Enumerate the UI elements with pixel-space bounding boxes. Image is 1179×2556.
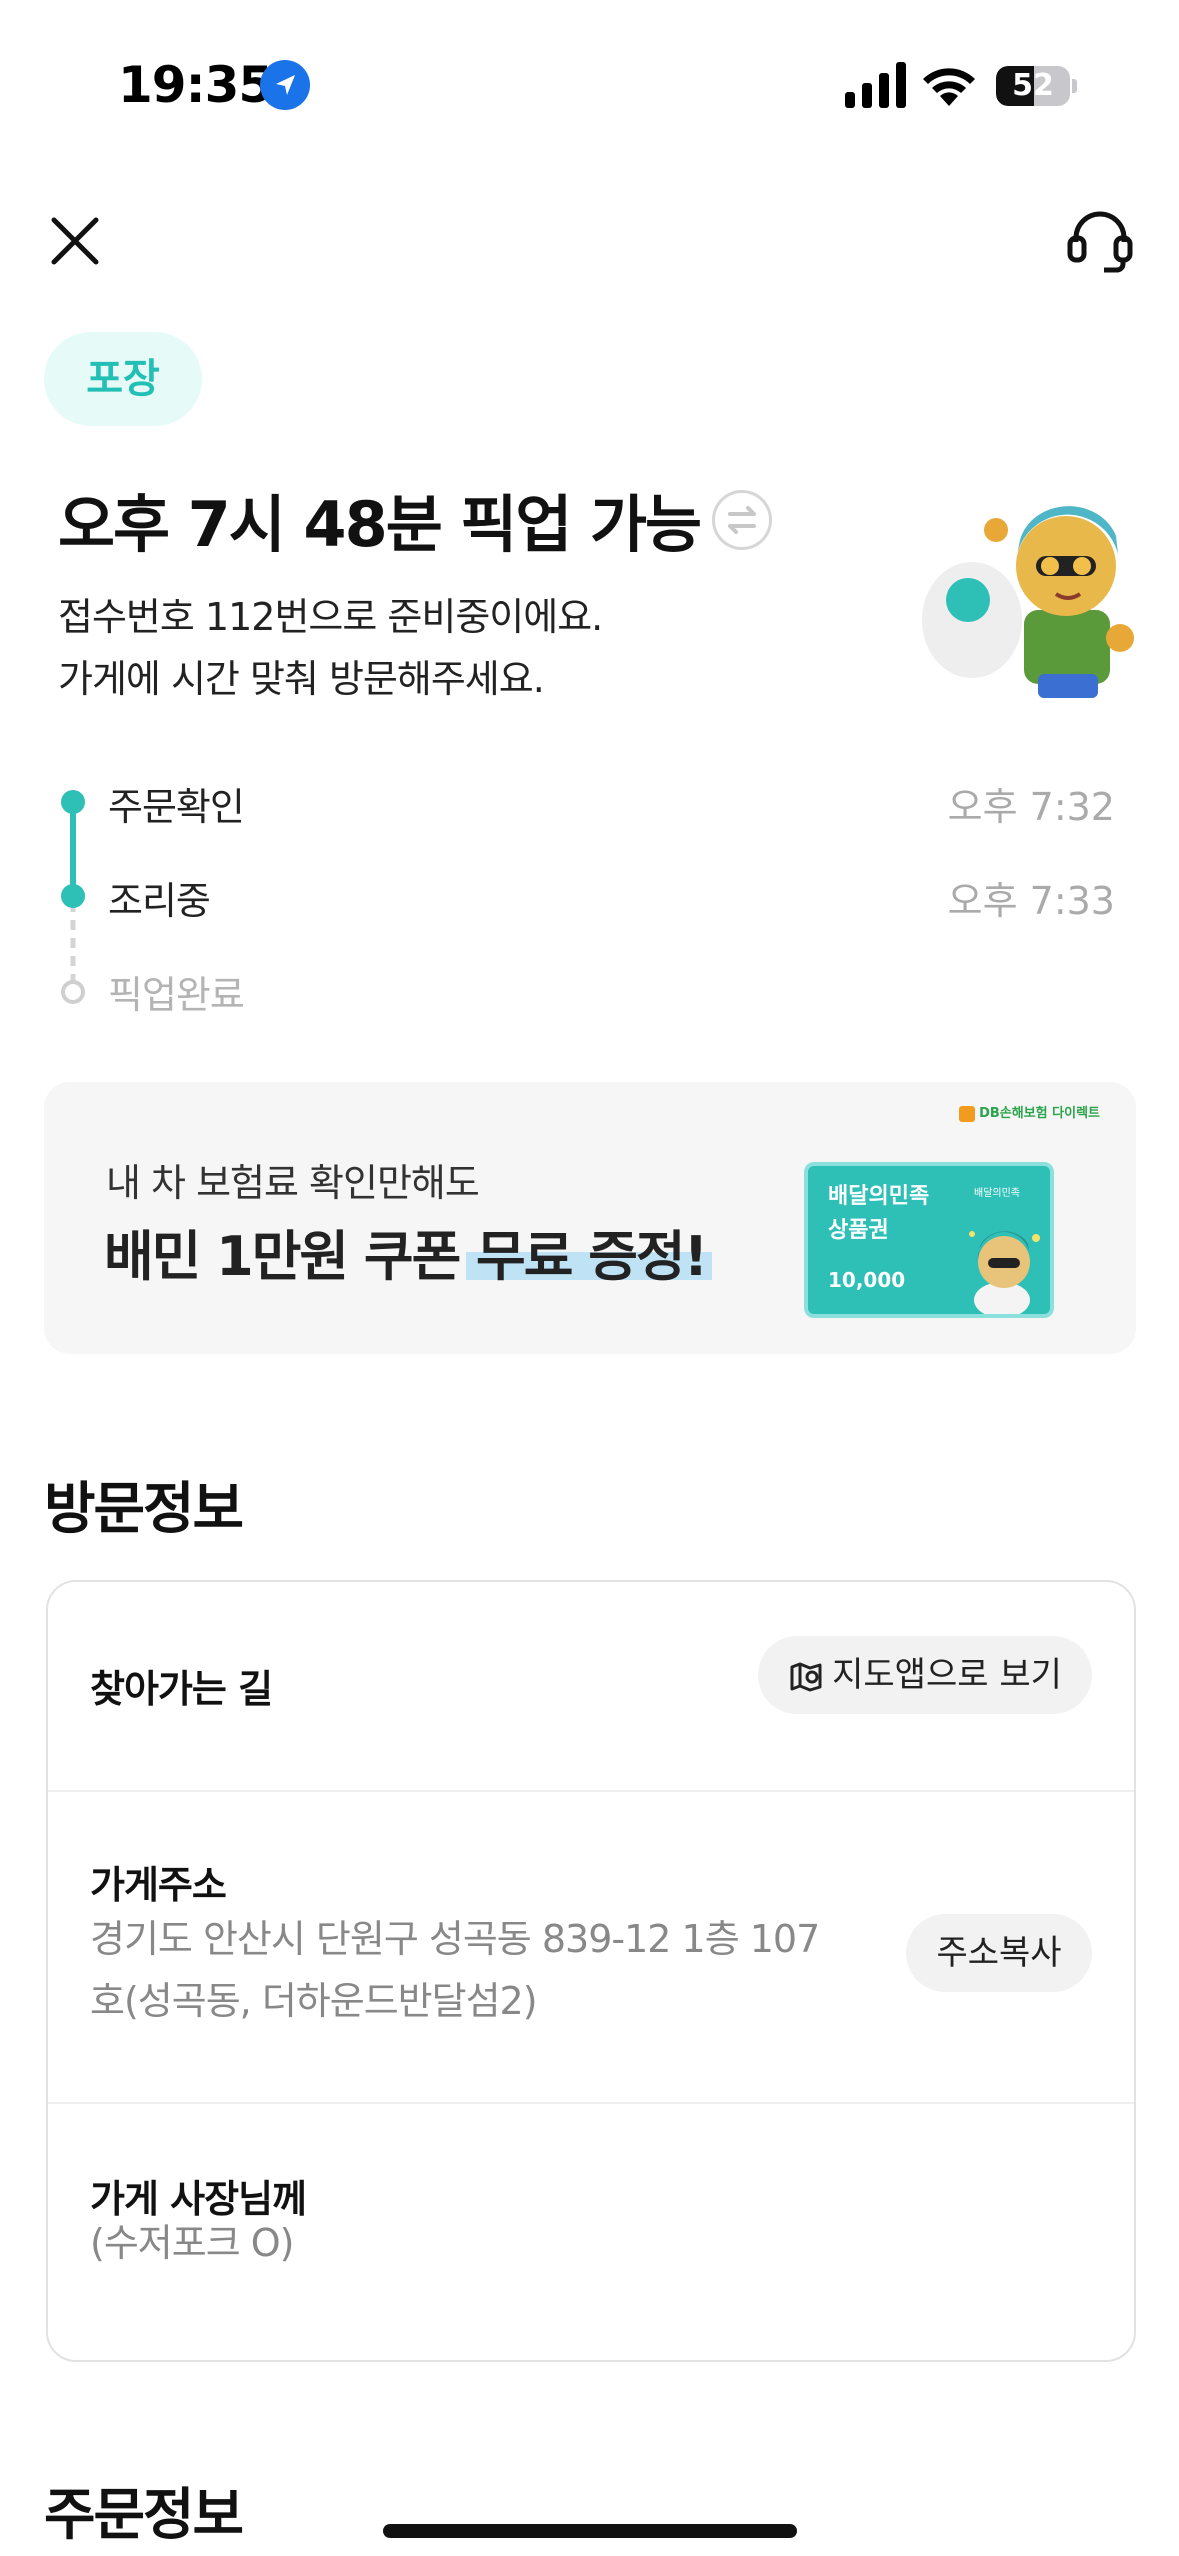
step-label: 조리중 [108,879,211,923]
voucher-brand: 배달의민족 [974,1188,1020,1199]
order-number-text: 접수번호 112번으로 준비중이에요. [58,595,603,639]
address-line: 호(성곡동, 더하운드반달섬2) [90,1979,538,2023]
wifi-icon [923,68,975,106]
banner-title: 배민 1만원 쿠폰 무료 증정! [104,1225,708,1288]
address-label: 가게주소 [90,1863,227,1907]
map-icon [790,1662,822,1691]
visit-info-card: 찾아가는 길 지도앱으로 보기 가게주소 경기도 안산시 단원구 성곡동 839… [46,1580,1136,2362]
store-address: 경기도 안산시 단원구 성곡동 839-12 1층 107 호(성곡동, 더하운… [90,1908,820,2032]
insurance-ad-banner[interactable]: DB손해보험 다이렉트 내 차 보험료 확인만해도 배민 1만원 쿠폰 무료 증… [44,1082,1136,1354]
banner-subtitle: 내 차 보험료 확인만해도 [106,1161,480,1205]
copy-address-button[interactable]: 주소복사 [906,1914,1092,1992]
home-indicator[interactable] [383,2524,797,2538]
voucher-character-icon [969,1231,1040,1314]
step-dot-pickup [61,980,85,1004]
voucher-card-image: 배달의민족 상품권 배달의민족 10,000 [804,1162,1054,1318]
order-info-title: 주문정보 [44,2483,244,2548]
step-dot-confirmed [61,790,85,814]
open-map-button[interactable]: 지도앱으로 보기 [758,1636,1092,1714]
visit-info-title: 방문정보 [44,1477,244,1542]
cellular-signal-icon [845,62,906,108]
swap-arrows-icon[interactable] [712,490,772,550]
voucher-amount: 10,000 [828,1268,906,1292]
directions-label: 찾아가는 길 [90,1667,273,1711]
step-label: 주문확인 [108,785,245,829]
step-dot-cooking [61,884,85,908]
delivery-character-illustration [922,506,1134,698]
location-arrow-icon [260,60,310,110]
close-button[interactable] [44,210,106,272]
step-time: 오후 7:32 [947,785,1115,829]
pickup-time-headline: 오후 7시 48분 픽업 가능 [58,488,702,561]
owner-request-text: (수저포크 O) [90,2221,294,2265]
visit-instruction-text: 가게에 시간 맞춰 방문해주세요. [58,657,545,701]
status-time: 19:35 [118,56,273,114]
status-bar: 19:35 52 [0,0,1179,170]
step-label: 픽업완료 [108,973,245,1017]
address-line: 경기도 안산시 단원구 성곡동 839-12 1층 107 [90,1917,820,1961]
step-time: 오후 7:33 [947,879,1115,923]
order-type-tag: 포장 [44,332,202,426]
voucher-title-line: 배달의민족 [828,1184,930,1209]
sponsor-logo: DB손해보험 다이렉트 [959,1102,1100,1122]
customer-support-button[interactable] [1064,208,1136,274]
close-icon [51,217,99,265]
battery-icon: 52 [996,66,1077,106]
headset-icon [1067,211,1133,273]
battery-level: 52 [1012,68,1054,103]
open-map-label: 지도앱으로 보기 [832,1655,1062,1695]
voucher-title-line: 상품권 [828,1218,889,1243]
